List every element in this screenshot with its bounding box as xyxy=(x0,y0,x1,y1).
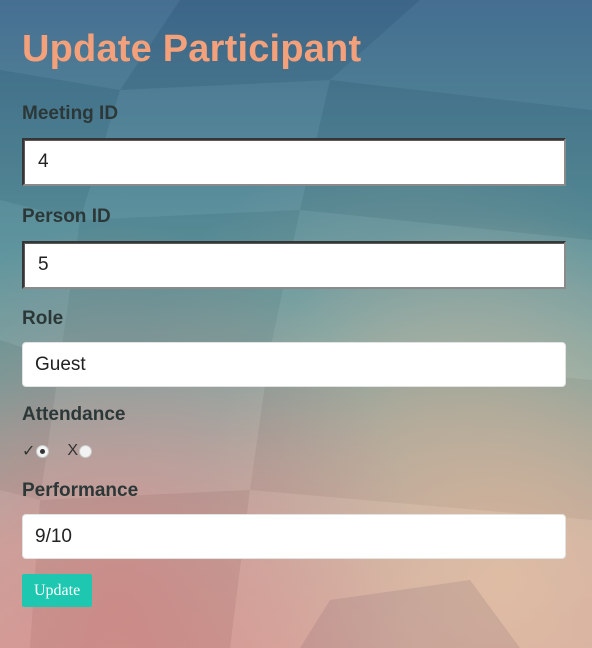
attendance-label: Attendance xyxy=(22,404,126,425)
attendance-present-radio[interactable] xyxy=(36,444,50,458)
role-label: Role xyxy=(22,308,64,329)
attendance-option-absent[interactable]: X xyxy=(67,442,93,460)
page-title: Update Participant xyxy=(22,28,362,70)
attendance-absent-radio[interactable] xyxy=(79,444,93,458)
person-id-label: Person ID xyxy=(22,206,111,227)
update-button[interactable]: Update xyxy=(22,574,93,607)
meeting-id-input[interactable]: 4 xyxy=(22,138,566,186)
performance-label: Performance xyxy=(22,480,139,501)
attendance-option-absent-label: X xyxy=(67,442,79,459)
role-input[interactable]: Guest xyxy=(22,342,566,387)
meeting-id-label: Meeting ID xyxy=(22,103,119,124)
update-participant-form: Update Participant Meeting ID 4 Person I… xyxy=(22,0,566,607)
performance-input[interactable]: 9/10 xyxy=(22,514,566,559)
person-id-input[interactable]: 5 xyxy=(22,241,566,289)
attendance-radio-group: ✓ X xyxy=(22,441,566,461)
attendance-option-present[interactable]: ✓ xyxy=(22,441,50,461)
attendance-option-present-label: ✓ xyxy=(22,443,36,460)
